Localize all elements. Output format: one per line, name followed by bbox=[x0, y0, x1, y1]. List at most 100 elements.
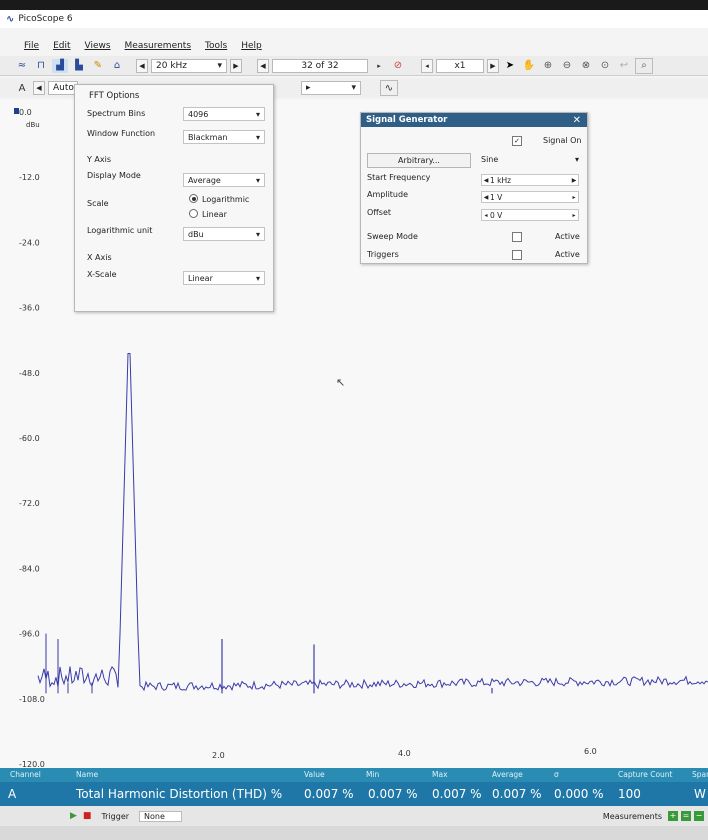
channel-a-icon[interactable]: A bbox=[14, 81, 30, 95]
y-tick-label: 0.0 bbox=[19, 108, 32, 117]
zoom-area-icon[interactable]: ⊗ bbox=[578, 59, 594, 73]
timebase-value: 20 kHz bbox=[156, 60, 188, 71]
close-icon[interactable]: ✕ bbox=[573, 115, 581, 126]
range-value: Auto bbox=[53, 83, 74, 93]
hand-icon[interactable]: ✋ bbox=[521, 59, 537, 73]
col-channel: Channel bbox=[10, 770, 41, 779]
zoom-in-icon[interactable]: ⊕ bbox=[540, 59, 556, 73]
waveform-select[interactable]: Sine ▾ bbox=[481, 155, 579, 164]
zoom-select[interactable]: x1 bbox=[436, 58, 484, 73]
stop-icon[interactable]: ■ bbox=[83, 811, 92, 821]
stop-circle-icon[interactable]: ⊘ bbox=[390, 59, 406, 73]
zoom-down-button[interactable]: ◂ bbox=[421, 58, 433, 73]
undo-zoom-icon[interactable]: ↩ bbox=[616, 59, 632, 73]
increment-icon[interactable]: ▶ bbox=[570, 177, 578, 184]
display-mode-label: Display Mode bbox=[87, 171, 141, 180]
menu-edit[interactable]: Edit bbox=[53, 41, 70, 51]
triggers-active-checkbox[interactable] bbox=[512, 250, 522, 260]
display-mode-value: Average bbox=[188, 175, 221, 185]
decrement-icon[interactable]: ◀ bbox=[482, 194, 490, 201]
buffer-prev-button[interactable]: ◀ bbox=[257, 58, 269, 73]
menu-tools[interactable]: Tools bbox=[205, 41, 227, 51]
buffer-next-icon[interactable]: ▸ bbox=[371, 59, 387, 73]
col-sigma: σ bbox=[554, 770, 559, 779]
trigger-value: None bbox=[144, 811, 165, 821]
axis-ruler-handle[interactable] bbox=[14, 108, 19, 114]
remove-measurement-icon[interactable]: − bbox=[694, 811, 704, 821]
zoom-fit-icon[interactable]: ⌕ bbox=[635, 57, 653, 74]
arbitrary-button[interactable]: Arbitrary... bbox=[367, 153, 471, 168]
chevron-down-icon: ▾ bbox=[574, 155, 579, 164]
edit-measurement-icon[interactable]: = bbox=[681, 811, 691, 821]
x-scale-label: X-Scale bbox=[87, 270, 117, 279]
decrement-icon[interactable]: ◀ bbox=[482, 177, 490, 184]
spectrum-options-icon[interactable]: ▙ bbox=[71, 59, 87, 73]
y-tick-label: -12.0 bbox=[19, 173, 40, 182]
signal-on-label: Signal On bbox=[543, 136, 582, 145]
y-tick-label: -48.0 bbox=[19, 369, 40, 378]
start-frequency-label: Start Frequency bbox=[367, 173, 431, 182]
timebase-down-button[interactable]: ◀ bbox=[136, 58, 148, 73]
decrement-icon[interactable]: ◂ bbox=[482, 212, 490, 219]
window-function-label: Window Function bbox=[87, 129, 156, 138]
amplitude-field[interactable]: ◀ 1 V ▸ bbox=[481, 191, 579, 203]
scale-linear-radio[interactable]: Linear bbox=[189, 209, 227, 219]
increment-icon[interactable]: ▸ bbox=[570, 194, 578, 201]
math-channel-icon[interactable]: ∿ bbox=[380, 80, 398, 96]
chevron-down-icon: ▾ bbox=[255, 229, 260, 239]
status-bar: ▶ ■ Trigger None Measurements + = − bbox=[0, 806, 708, 826]
measurement-row-thd[interactable]: A Total Harmonic Distortion (THD) % 0.00… bbox=[0, 782, 708, 806]
increment-icon[interactable]: ▸ bbox=[570, 212, 578, 219]
scale-log-label: Logarithmic bbox=[202, 195, 250, 204]
app-icon: ∿ bbox=[6, 13, 15, 25]
zoom-out-icon[interactable]: ⊖ bbox=[559, 59, 575, 73]
x-scale-select[interactable]: Linear ▾ bbox=[183, 271, 265, 285]
zoom-up-button[interactable]: ▶ bbox=[487, 58, 499, 73]
log-unit-label: Logarithmic unit bbox=[87, 226, 153, 235]
measurement-name: Total Harmonic Distortion (THD) % bbox=[76, 787, 283, 801]
pointer-icon[interactable]: ➤ bbox=[502, 59, 518, 73]
coupling-arrow: ▸ bbox=[306, 83, 311, 93]
display-mode-select[interactable]: Average ▾ bbox=[183, 173, 265, 187]
menu-views[interactable]: Views bbox=[85, 41, 111, 51]
spectrum-mode-icon[interactable]: ▟ bbox=[52, 58, 68, 73]
zoom-value: x1 bbox=[454, 60, 466, 71]
menu-help[interactable]: Help bbox=[241, 41, 262, 51]
y-axis-heading: Y Axis bbox=[87, 155, 112, 164]
menu-file[interactable]: File bbox=[24, 41, 39, 51]
home-icon[interactable]: ⌂ bbox=[109, 59, 125, 73]
zoom-reset-icon[interactable]: ⊙ bbox=[597, 59, 613, 73]
x-tick-label: 4.0 bbox=[398, 749, 411, 758]
sweep-active-checkbox[interactable] bbox=[512, 232, 522, 242]
signal-on-checkbox[interactable]: ✓ bbox=[512, 136, 522, 146]
scale-log-radio[interactable]: Logarithmic bbox=[189, 194, 250, 204]
mouse-cursor-icon: ↖ bbox=[336, 376, 345, 389]
timebase-select[interactable]: 20 kHz ▾ bbox=[151, 58, 227, 73]
coupling-select[interactable]: ▸ ▾ bbox=[301, 81, 361, 95]
trigger-select[interactable]: None bbox=[139, 810, 182, 822]
log-unit-select[interactable]: dBu ▾ bbox=[183, 227, 265, 241]
probe-icon[interactable]: ✎ bbox=[90, 59, 106, 73]
picoscope-window: ∿ PicoScope 6 File Edit Views Measuremen… bbox=[0, 10, 708, 840]
offset-field[interactable]: ◂ 0 V ▸ bbox=[481, 209, 579, 221]
buffer-navigator[interactable]: 32 of 32 bbox=[272, 58, 368, 73]
y-unit-label: dBu bbox=[26, 121, 40, 129]
signal-generator-panel: Signal Generator ✕ ✓ Signal On Arbitrary… bbox=[360, 112, 588, 264]
start-frequency-field[interactable]: ◀ 1 kHz ▶ bbox=[481, 174, 579, 186]
add-measurement-icon[interactable]: + bbox=[668, 811, 678, 821]
offset-label: Offset bbox=[367, 208, 392, 217]
spectrum-bins-select[interactable]: 4096 ▾ bbox=[183, 107, 265, 121]
measurement-average: 0.007 % bbox=[492, 787, 542, 801]
window-function-value: Blackman bbox=[188, 132, 228, 142]
run-icon[interactable]: ▶ bbox=[70, 811, 77, 821]
scale-linear-label: Linear bbox=[202, 210, 227, 219]
persistence-mode-icon[interactable]: ⊓ bbox=[33, 59, 49, 73]
spectrum-trace bbox=[37, 353, 708, 692]
triggers-active-label: Active bbox=[555, 250, 580, 259]
menu-measurements[interactable]: Measurements bbox=[125, 41, 191, 51]
timebase-up-button[interactable]: ▶ bbox=[230, 58, 242, 73]
col-capture-count: Capture Count bbox=[618, 770, 673, 779]
window-function-select[interactable]: Blackman ▾ bbox=[183, 130, 265, 144]
range-down-button[interactable]: ◀ bbox=[33, 81, 45, 95]
scope-mode-icon[interactable]: ≈ bbox=[14, 59, 30, 73]
